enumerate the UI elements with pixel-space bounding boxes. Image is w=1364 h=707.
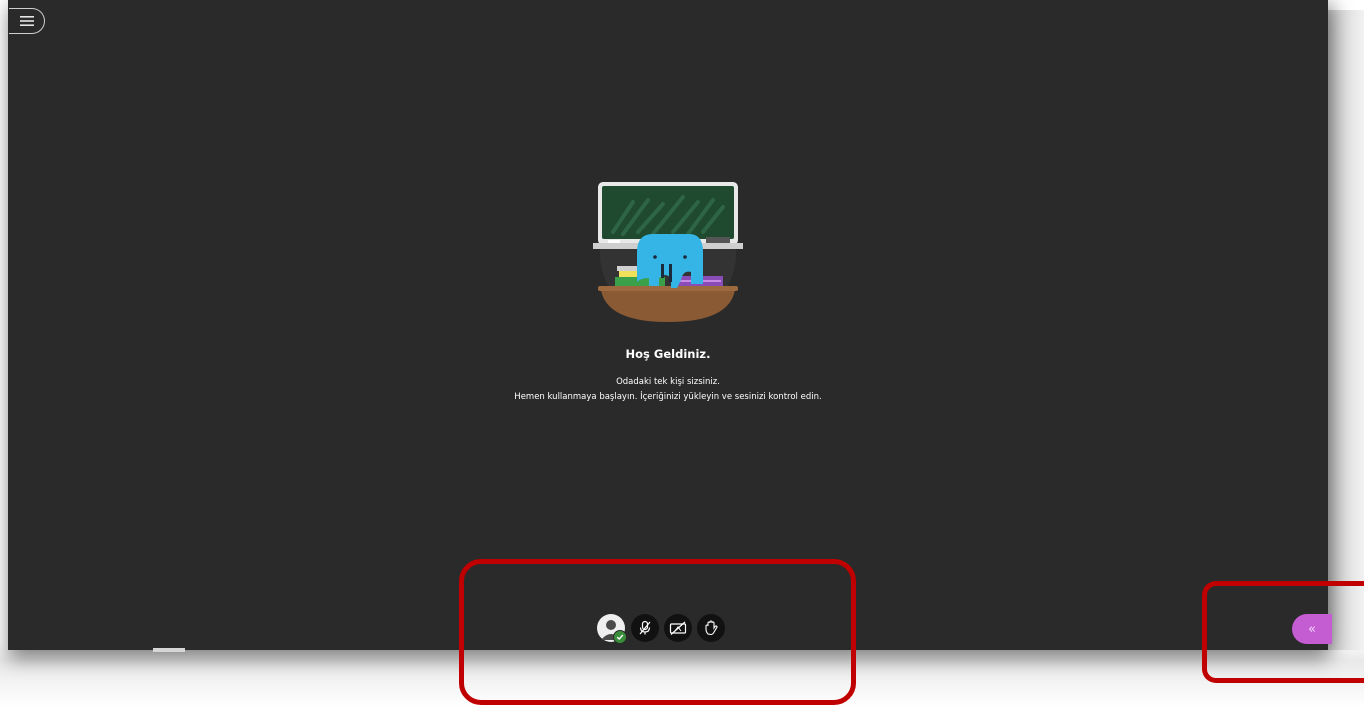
frame-shadow-right [1328, 10, 1364, 650]
annotation-highlight-controls [459, 559, 856, 705]
welcome-title: Hoş Geldiniz. [625, 347, 711, 361]
session-menu-button[interactable] [9, 8, 45, 34]
classroom-illustration [593, 182, 743, 322]
hamburger-menu-icon [19, 16, 34, 26]
annotation-highlight-collab-button [1202, 581, 1364, 683]
bottom-strip [153, 648, 185, 652]
session-stage: Hoş Geldiniz. Odadaki tek kişi sizsiniz.… [8, 0, 1328, 652]
welcome-panel: Hoş Geldiniz. Odadaki tek kişi sizsiniz.… [8, 182, 1328, 402]
welcome-message-line-2: Hemen kullanmaya başlayın. İçeriğinizi y… [514, 392, 822, 402]
welcome-message-line-1: Odadaki tek kişi sizsiniz. [616, 377, 720, 387]
